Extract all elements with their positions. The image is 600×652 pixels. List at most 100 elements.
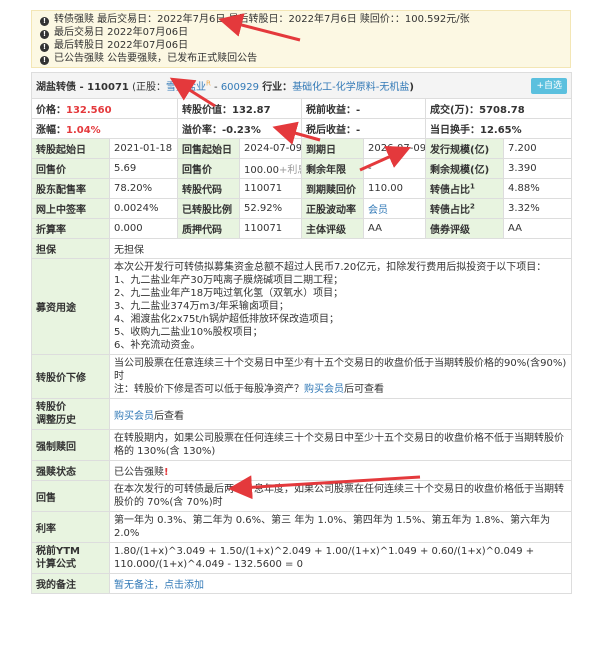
- table-row: 税前YTM 计算公式 1.80/(1+x)^3.049 + 1.50/(1+x)^…: [31, 542, 573, 574]
- grid-label: 网上中签率: [31, 198, 110, 219]
- volume-label: 成交(万)：: [430, 105, 480, 116]
- grid-value: 2026-07-09: [363, 138, 426, 159]
- grid-label: 到期赎回价: [301, 178, 364, 199]
- grid-label: 转债占比1: [425, 178, 504, 199]
- turnover-value: 12.65%: [480, 125, 522, 136]
- call-status-value: 已公告强赎: [114, 467, 164, 478]
- info-icon: !: [40, 17, 49, 26]
- grid-label: 发行规模(亿): [425, 138, 504, 159]
- memo-label: 我的备注: [31, 573, 110, 594]
- grid-label: 剩余年限: [301, 158, 364, 179]
- bond-title: 湖盐转债 - 110071: [36, 81, 129, 93]
- info-icon: !: [40, 56, 49, 65]
- grid-value: 2021-01-18: [109, 138, 178, 159]
- funds-text: 本次公开发行可转债拟募集资金总额不超过人民币7.20亿元，扣除发行费用后拟投资于…: [108, 258, 573, 355]
- table-row: 回售价 5.69 回售价 100.00+利息 剩余年限 - 剩余规模(亿) 3.…: [31, 158, 573, 179]
- notice-text: 最后转股日 2022年07月06日: [54, 40, 189, 51]
- call-text: 在转股期内，如果公司股票在任何连续三十个交易日中至少十五个交易日的收盘价格不低于…: [108, 429, 573, 461]
- premium-cell: 溢价率：-0.23%: [177, 118, 302, 139]
- grid-value: 5.69: [109, 158, 178, 179]
- grid-label: 到期日: [301, 138, 364, 159]
- funds-label: 募资用途: [31, 258, 110, 355]
- tax-note: +利息: [279, 165, 301, 176]
- pretax-label: 税前收益：: [306, 105, 356, 116]
- ytm-label: 税前YTM 计算公式: [31, 542, 110, 574]
- add-watchlist-button[interactable]: +自选: [531, 77, 568, 94]
- ytm-formula: 1.80/(1+x)^3.049 + 1.50/(1+x)^2.049 + 1.…: [108, 542, 573, 574]
- price-label: 价格：: [36, 105, 66, 116]
- notice-text: 最后交易日 2022年07月06日: [54, 27, 189, 38]
- grid-label: 折算率: [31, 218, 110, 239]
- footnote-mark: 1: [470, 182, 475, 191]
- funds-line: 6、补充流动资金。: [114, 340, 201, 351]
- putback-price: 100.00: [244, 165, 279, 176]
- grid-value: 3.390: [502, 158, 573, 179]
- bond-info-table: 湖盐转债 - 110071 (正股：雪天盐业R - 600929 行业：基础化工…: [30, 72, 573, 594]
- putback-text: 在本次发行的可转债最后两个计息年度，如果公司股票在任何连续三十个交易日的收盘价格…: [108, 480, 573, 512]
- history-suffix: 后查看: [154, 410, 184, 422]
- grid-value: -: [363, 158, 426, 179]
- volume-value: 5708.78: [479, 105, 525, 116]
- table-row: 强赎状态 已公告强赎!: [31, 460, 573, 481]
- pretax-cell: 税前收益：-: [301, 98, 426, 119]
- grid-value: 3.32%: [502, 198, 573, 219]
- table-row: 我的备注 暂无备注，点击添加: [31, 573, 573, 594]
- ratio-label: 转债占比: [430, 185, 470, 196]
- grid-label: 转股代码: [177, 178, 240, 199]
- call-status-cell: 已公告强赎!: [108, 460, 573, 481]
- ytm-label-line: 税前YTM: [36, 546, 81, 557]
- funds-line: 1、九二盐业年产30万吨离子膜烧碱项目二期工程；: [114, 275, 344, 286]
- change-value: 1.04%: [66, 125, 101, 136]
- reset-label: 转股价下修: [31, 354, 110, 399]
- grid-label: 主体评级: [301, 218, 364, 239]
- notice-text: 转债强赎 最后交易日：2022年7月6日 最后转股日：2022年7月6日 赎回价…: [54, 14, 470, 25]
- funds-line: 4、湘渡盐化2x75t/h锅炉超低排放环保改造项目；: [114, 314, 339, 325]
- stock-link[interactable]: 雪天盐业: [166, 82, 206, 93]
- table-row: 募资用途 本次公开发行可转债拟募集资金总额不超过人民币7.20亿元，扣除发行费用…: [31, 258, 573, 355]
- grid-value: 52.92%: [239, 198, 302, 219]
- conv-value-cell: 转股价值：132.87: [177, 98, 302, 119]
- history-label: 转股价 调整历史: [31, 398, 110, 430]
- table-row: 担保 无担保: [31, 238, 573, 259]
- grid-label: 转债占比2: [425, 198, 504, 219]
- stock-code-link[interactable]: 600929: [221, 82, 259, 93]
- industry-link[interactable]: 基础化工-化学原料-无机盐: [292, 82, 409, 93]
- change-label: 涨幅：: [36, 125, 66, 136]
- grid-value: 110071: [239, 218, 302, 239]
- table-row: 转股价下修 当公司股票在任意连续三十个交易日中至少有十五个交易日的收盘价低于当期…: [31, 354, 573, 399]
- aftertax-value: -: [356, 125, 361, 136]
- ratio-label: 转债占比: [430, 205, 470, 216]
- table-row: 利率 第一年为 0.3%、第二年为 0.6%、第三 年为 1.0%、第四年为 1…: [31, 511, 573, 543]
- table-row: 折算率 0.000 质押代码 110071 主体评级 AA 债券评级 AA: [31, 218, 573, 239]
- grid-label: 回售价: [177, 158, 240, 179]
- close-paren: ): [409, 81, 414, 93]
- grid-label: 已转股比例: [177, 198, 240, 219]
- notice-box: ! 转债强赎 最后交易日：2022年7月6日 最后转股日：2022年7月6日 赎回…: [31, 10, 571, 68]
- change-cell: 涨幅：1.04%: [31, 118, 178, 139]
- grid-value: 110.00: [363, 178, 426, 199]
- notice-line: ! 已公告强赎 公告要强赎，已发布正式赎回公告: [40, 52, 562, 65]
- ytm-label-line: 计算公式: [36, 559, 76, 570]
- grid-value: 4.88%: [502, 178, 573, 199]
- add-memo-link[interactable]: 暂无备注，点击添加: [108, 573, 573, 594]
- grid-value: 78.20%: [109, 178, 178, 199]
- funds-line: 2、九二盐业年产18万吨过氧化氢（双氧水）项目；: [114, 288, 344, 299]
- table-row: 股东配售率 78.20% 转股代码 110071 到期赎回价 110.00 转债…: [31, 178, 573, 199]
- call-status-label: 强赎状态: [31, 460, 110, 481]
- member-link[interactable]: 会员: [363, 198, 426, 219]
- grid-value: 100.00+利息: [239, 158, 302, 179]
- buy-member-link[interactable]: 购买会员: [304, 384, 344, 395]
- guarantee-label: 担保: [31, 238, 110, 259]
- funds-line: 5、收购九二盐业10%股权项目；: [114, 327, 263, 338]
- buy-member-link[interactable]: 购买会员: [114, 411, 154, 422]
- grid-value: 7.200: [502, 138, 573, 159]
- reset-note: 注：转股价下修是否可以低于每股净资产？购买会员后可查看: [114, 383, 567, 396]
- notice-line: ! 最后转股日 2022年07月06日: [40, 39, 562, 52]
- r-badge: R: [205, 79, 211, 88]
- grid-label: 回售起始日: [177, 138, 240, 159]
- aftertax-label: 税后收益：: [306, 125, 356, 136]
- grid-label: 债券评级: [425, 218, 504, 239]
- aftertax-cell: 税后收益：-: [301, 118, 426, 139]
- conv-value-label: 转股价值：: [182, 105, 232, 116]
- table-row: 网上中签率 0.0024% 已转股比例 52.92% 正股波动率 会员 转债占比…: [31, 198, 573, 219]
